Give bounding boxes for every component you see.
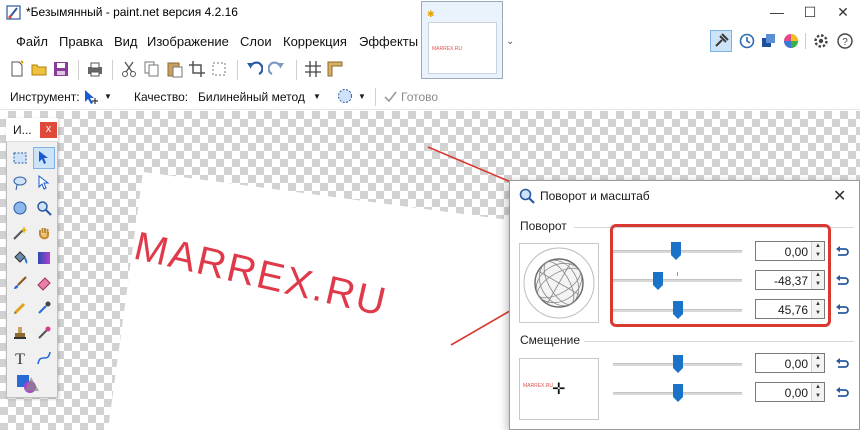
help-icon[interactable]: ? <box>836 32 854 50</box>
menu-file[interactable]: Файл <box>16 34 48 49</box>
quality-select[interactable]: Билинейный метод <box>198 90 305 104</box>
offset-x-value: 0,00 <box>784 357 808 371</box>
rotation-globe-control[interactable] <box>519 243 599 323</box>
reset-rotation-tilt-icon[interactable] <box>834 272 850 288</box>
separator <box>78 60 79 80</box>
selection-mode-icon[interactable] <box>336 87 354 105</box>
line-curve-tool-icon[interactable] <box>33 347 55 369</box>
text-tool-icon[interactable]: T <box>9 347 31 369</box>
new-file-icon[interactable] <box>8 60 26 78</box>
rectangle-select-tool-icon[interactable] <box>9 147 31 169</box>
selection-dropdown-arrow[interactable]: ▼ <box>358 92 366 101</box>
dialog-title: Поворот и масштаб <box>540 189 650 203</box>
copy-icon[interactable] <box>143 60 161 78</box>
tool-dropdown-arrow[interactable]: ▼ <box>104 92 112 101</box>
magic-wand-tool-icon[interactable] <box>9 222 31 244</box>
crop-icon[interactable] <box>188 60 206 78</box>
undo-icon[interactable] <box>245 60 263 78</box>
offset-y-field[interactable]: 0,00 ▲ ▼ <box>755 382 825 402</box>
tool-label: Инструмент: <box>10 90 80 104</box>
grid-icon[interactable] <box>304 60 322 78</box>
reset-rotation-pitch-icon[interactable] <box>834 301 850 317</box>
separator <box>375 88 376 106</box>
quality-dropdown-arrow[interactable]: ▼ <box>313 92 321 101</box>
offset-section-label: Смещение <box>520 333 581 347</box>
lasso-select-tool-icon[interactable] <box>9 172 31 194</box>
tools-window-icon[interactable] <box>710 30 732 52</box>
close-window-button[interactable]: ✕ <box>826 0 860 24</box>
annotation-highlight-box <box>610 224 831 327</box>
menu-adjustments[interactable]: Коррекция <box>283 34 347 49</box>
reset-offset-x-icon[interactable] <box>834 355 850 371</box>
gradient-tool-icon[interactable] <box>33 247 55 269</box>
window-title: *Безымянный - paint.net версия 4.2.16 <box>26 5 238 19</box>
redo-icon[interactable] <box>268 60 286 78</box>
dialog-close-button[interactable]: ✕ <box>833 186 846 206</box>
color-picker-tool-icon[interactable] <box>33 297 55 319</box>
rotation-section-label: Поворот <box>520 219 567 233</box>
print-icon[interactable] <box>86 60 104 78</box>
move-selection-tool-icon[interactable] <box>33 172 55 194</box>
move-selected-pixels-tool-icon[interactable] <box>33 147 55 169</box>
menu-view[interactable]: Вид <box>114 34 138 49</box>
ellipse-select-tool-icon[interactable] <box>9 197 31 219</box>
menu-edit[interactable]: Правка <box>59 34 103 49</box>
tools-panel-title: И... <box>13 123 32 137</box>
separator <box>112 60 113 80</box>
ruler-icon[interactable] <box>326 60 344 78</box>
move-selected-pixels-icon[interactable] <box>82 88 100 106</box>
reset-rotation-angle-icon[interactable] <box>834 243 850 259</box>
svg-text:T: T <box>15 351 25 366</box>
separator <box>237 60 238 80</box>
separator <box>805 33 806 49</box>
done-button[interactable]: Готово <box>401 90 438 104</box>
rotate-zoom-icon <box>519 188 535 204</box>
cut-icon[interactable] <box>120 60 138 78</box>
tools-panel-close-button[interactable]: x <box>40 122 57 138</box>
pan-hand-tool-icon[interactable] <box>33 222 55 244</box>
pencil-tool-icon[interactable] <box>9 297 31 319</box>
open-folder-icon[interactable] <box>30 60 48 78</box>
clone-stamp-tool-icon[interactable] <box>9 322 31 344</box>
checkmark-icon <box>384 91 397 103</box>
chevron-down-icon[interactable]: ⌄ <box>506 36 514 47</box>
quality-label: Качество: <box>134 90 189 104</box>
eraser-tool-icon[interactable] <box>33 272 55 294</box>
zoom-tool-icon[interactable] <box>33 197 55 219</box>
reset-offset-y-icon[interactable] <box>834 384 850 400</box>
thumbnail-text: MARREX.RU <box>432 46 463 52</box>
gear-icon[interactable] <box>812 32 830 50</box>
offset-preview-text: MARREX.RU <box>523 383 554 389</box>
paint-bucket-tool-icon[interactable] <box>9 247 31 269</box>
offset-y-slider-thumb[interactable] <box>672 383 684 403</box>
save-icon[interactable] <box>52 60 70 78</box>
offset-y-value: 0,00 <box>784 386 808 400</box>
offset-x-spinner[interactable]: ▲ ▼ <box>811 354 824 372</box>
offset-x-field[interactable]: 0,00 ▲ ▼ <box>755 353 825 373</box>
offset-y-spinner[interactable]: ▲ ▼ <box>811 383 824 401</box>
paste-icon[interactable] <box>166 60 184 78</box>
offset-x-slider-thumb[interactable] <box>672 354 684 374</box>
menu-image[interactable]: Изображение <box>147 34 229 49</box>
section-divider <box>584 341 854 342</box>
history-icon[interactable] <box>738 32 756 50</box>
separator <box>296 60 297 80</box>
maximize-button[interactable]: ☐ <box>793 0 827 24</box>
menu-layers[interactable]: Слои <box>240 34 272 49</box>
menu-effects[interactable]: Эффекты <box>359 34 418 49</box>
svg-text:?: ? <box>842 37 848 48</box>
move-cross-icon[interactable]: ✛ <box>552 379 565 399</box>
shapes-tool-icon[interactable] <box>14 372 42 396</box>
unsaved-star-icon: ✱ <box>427 9 435 19</box>
colors-icon[interactable] <box>782 32 800 50</box>
recolor-tool-icon[interactable] <box>33 322 55 344</box>
minimize-button[interactable]: — <box>760 0 794 24</box>
layers-icon[interactable] <box>760 32 778 50</box>
paintbrush-tool-icon[interactable] <box>9 272 31 294</box>
paintnet-app-icon[interactable] <box>6 5 22 21</box>
deselect-icon[interactable] <box>210 60 228 78</box>
